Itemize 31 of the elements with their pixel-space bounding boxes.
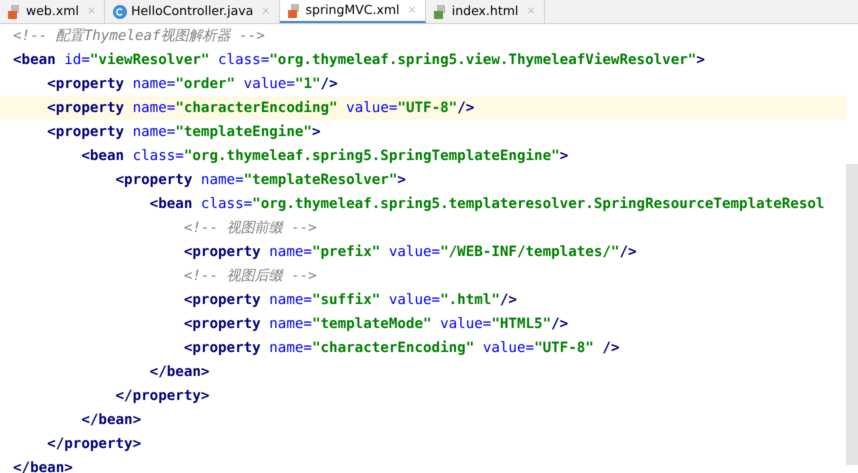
- editor-tab[interactable]: springMVC.xml ×: [280, 0, 426, 23]
- editor-tab[interactable]: web.xml ×: [0, 0, 106, 23]
- class-icon: [113, 4, 128, 18]
- code-line: <property name="order" value="1"/>: [46, 75, 339, 94]
- file-icon: [434, 4, 448, 18]
- code-line: <property name="characterEncoding" value="UTF-8" />: [182, 339, 620, 358]
- editor-tab[interactable]: HelloController.java ×: [105, 0, 280, 23]
- code-line: </bean>: [13, 459, 74, 473]
- code-line: </property>: [114, 387, 210, 406]
- scrollbar-thumb[interactable]: [846, 164, 858, 465]
- code-line: </bean>: [148, 363, 210, 382]
- code-line: <property name="prefix" value="/WEB-INF/templates/"/>: [182, 243, 638, 262]
- code-line: <!-- 配置Thymeleaf视图解析器 -->: [13, 27, 266, 46]
- code-line: </bean>: [80, 411, 142, 430]
- file-icon: [288, 4, 302, 18]
- code-line: <!-- 视图前缀 -->: [182, 219, 318, 238]
- code-line: <!-- 视图后缀 -->: [182, 267, 318, 286]
- file-icon: [8, 4, 22, 18]
- code-line: <bean id="viewResolver" class="org.thymeleaf.spring5.view.ThymeleafViewResolver">: [13, 51, 706, 70]
- tab-label: web.xml: [26, 2, 79, 20]
- tab-label: HelloController.java: [131, 2, 254, 20]
- tab-label: springMVC.xml: [306, 1, 400, 20]
- editor-tab[interactable]: index.html ×: [426, 0, 545, 23]
- code-line: <property name="suffix" value=".html"/>: [182, 291, 518, 310]
- code-line: <property name="templateMode" value="HTML5"/>: [182, 315, 570, 334]
- tab-label: index.html: [452, 2, 518, 20]
- code-line: <property name="templateResolver">: [114, 171, 407, 190]
- code-line: <property name="templateEngine">: [46, 123, 322, 142]
- code-line: <bean class="org.thymeleaf.spring5.SpringTemplateEngine">: [80, 147, 570, 166]
- code-line: <bean class="org.thymeleaf.spring5.templateresolver.SpringResourceTemplateResol: [148, 195, 826, 214]
- code-line: </property>: [46, 435, 142, 454]
